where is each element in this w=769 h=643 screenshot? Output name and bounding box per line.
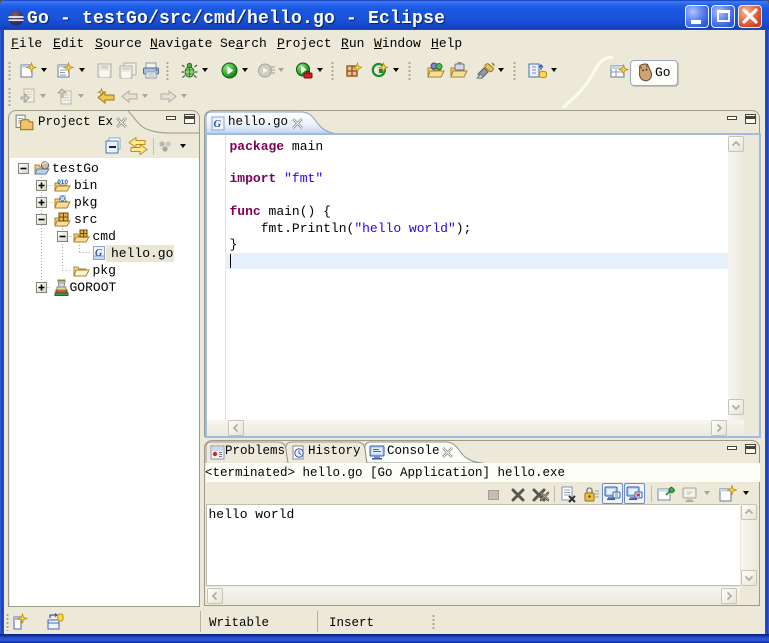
- svg-text:G: G: [214, 119, 222, 130]
- svg-text:010: 010: [57, 179, 68, 186]
- svg-text:G: G: [95, 248, 103, 259]
